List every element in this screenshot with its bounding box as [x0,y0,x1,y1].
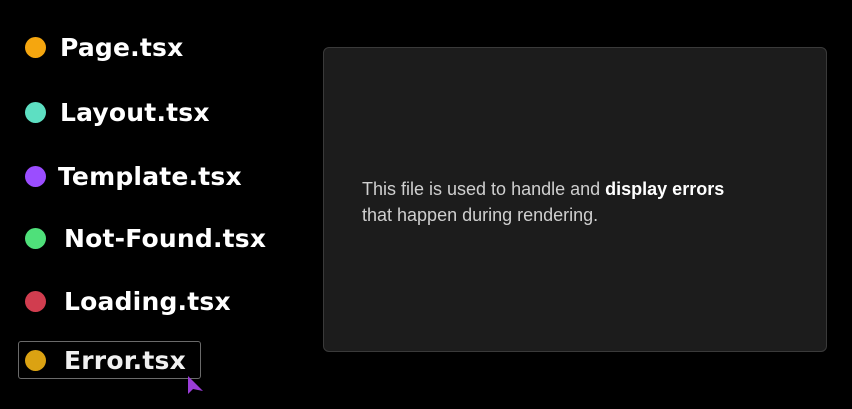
status-dot [25,349,46,371]
file-item-not-found[interactable]: Not-Found.tsx [25,218,266,258]
description-text-start: This file is used to handle and [362,179,606,199]
file-label: Page.tsx [60,32,184,62]
file-label: Layout.tsx [60,97,210,127]
status-dot [25,290,46,312]
description-text: This file is used to handle and display … [362,176,822,228]
description-panel: This file is used to handle and display … [323,47,827,352]
status-dot [25,36,46,58]
stage: Page.tsx Layout.tsx Template.tsx Not-Fou… [0,0,852,409]
description-highlight: display errors [605,179,725,199]
file-item-error-selected[interactable]: Error.tsx [18,341,201,379]
file-item-template[interactable]: Template.tsx [25,156,242,196]
file-label: Template.tsx [58,161,242,191]
file-item-layout[interactable]: Layout.tsx [25,92,210,132]
file-label: Loading.tsx [64,286,231,316]
description-text-end: that happen during rendering. [362,205,599,225]
status-dot [25,227,46,249]
mouse-cursor-icon [188,376,203,394]
status-dot [25,101,46,123]
file-item-page[interactable]: Page.tsx [25,27,183,67]
file-item-loading[interactable]: Loading.tsx [25,281,231,321]
file-list: Page.tsx Layout.tsx Template.tsx Not-Fou… [0,0,300,409]
status-dot [25,165,46,187]
file-label: Not-Found.tsx [64,223,267,253]
file-label: Error.tsx [64,345,186,375]
